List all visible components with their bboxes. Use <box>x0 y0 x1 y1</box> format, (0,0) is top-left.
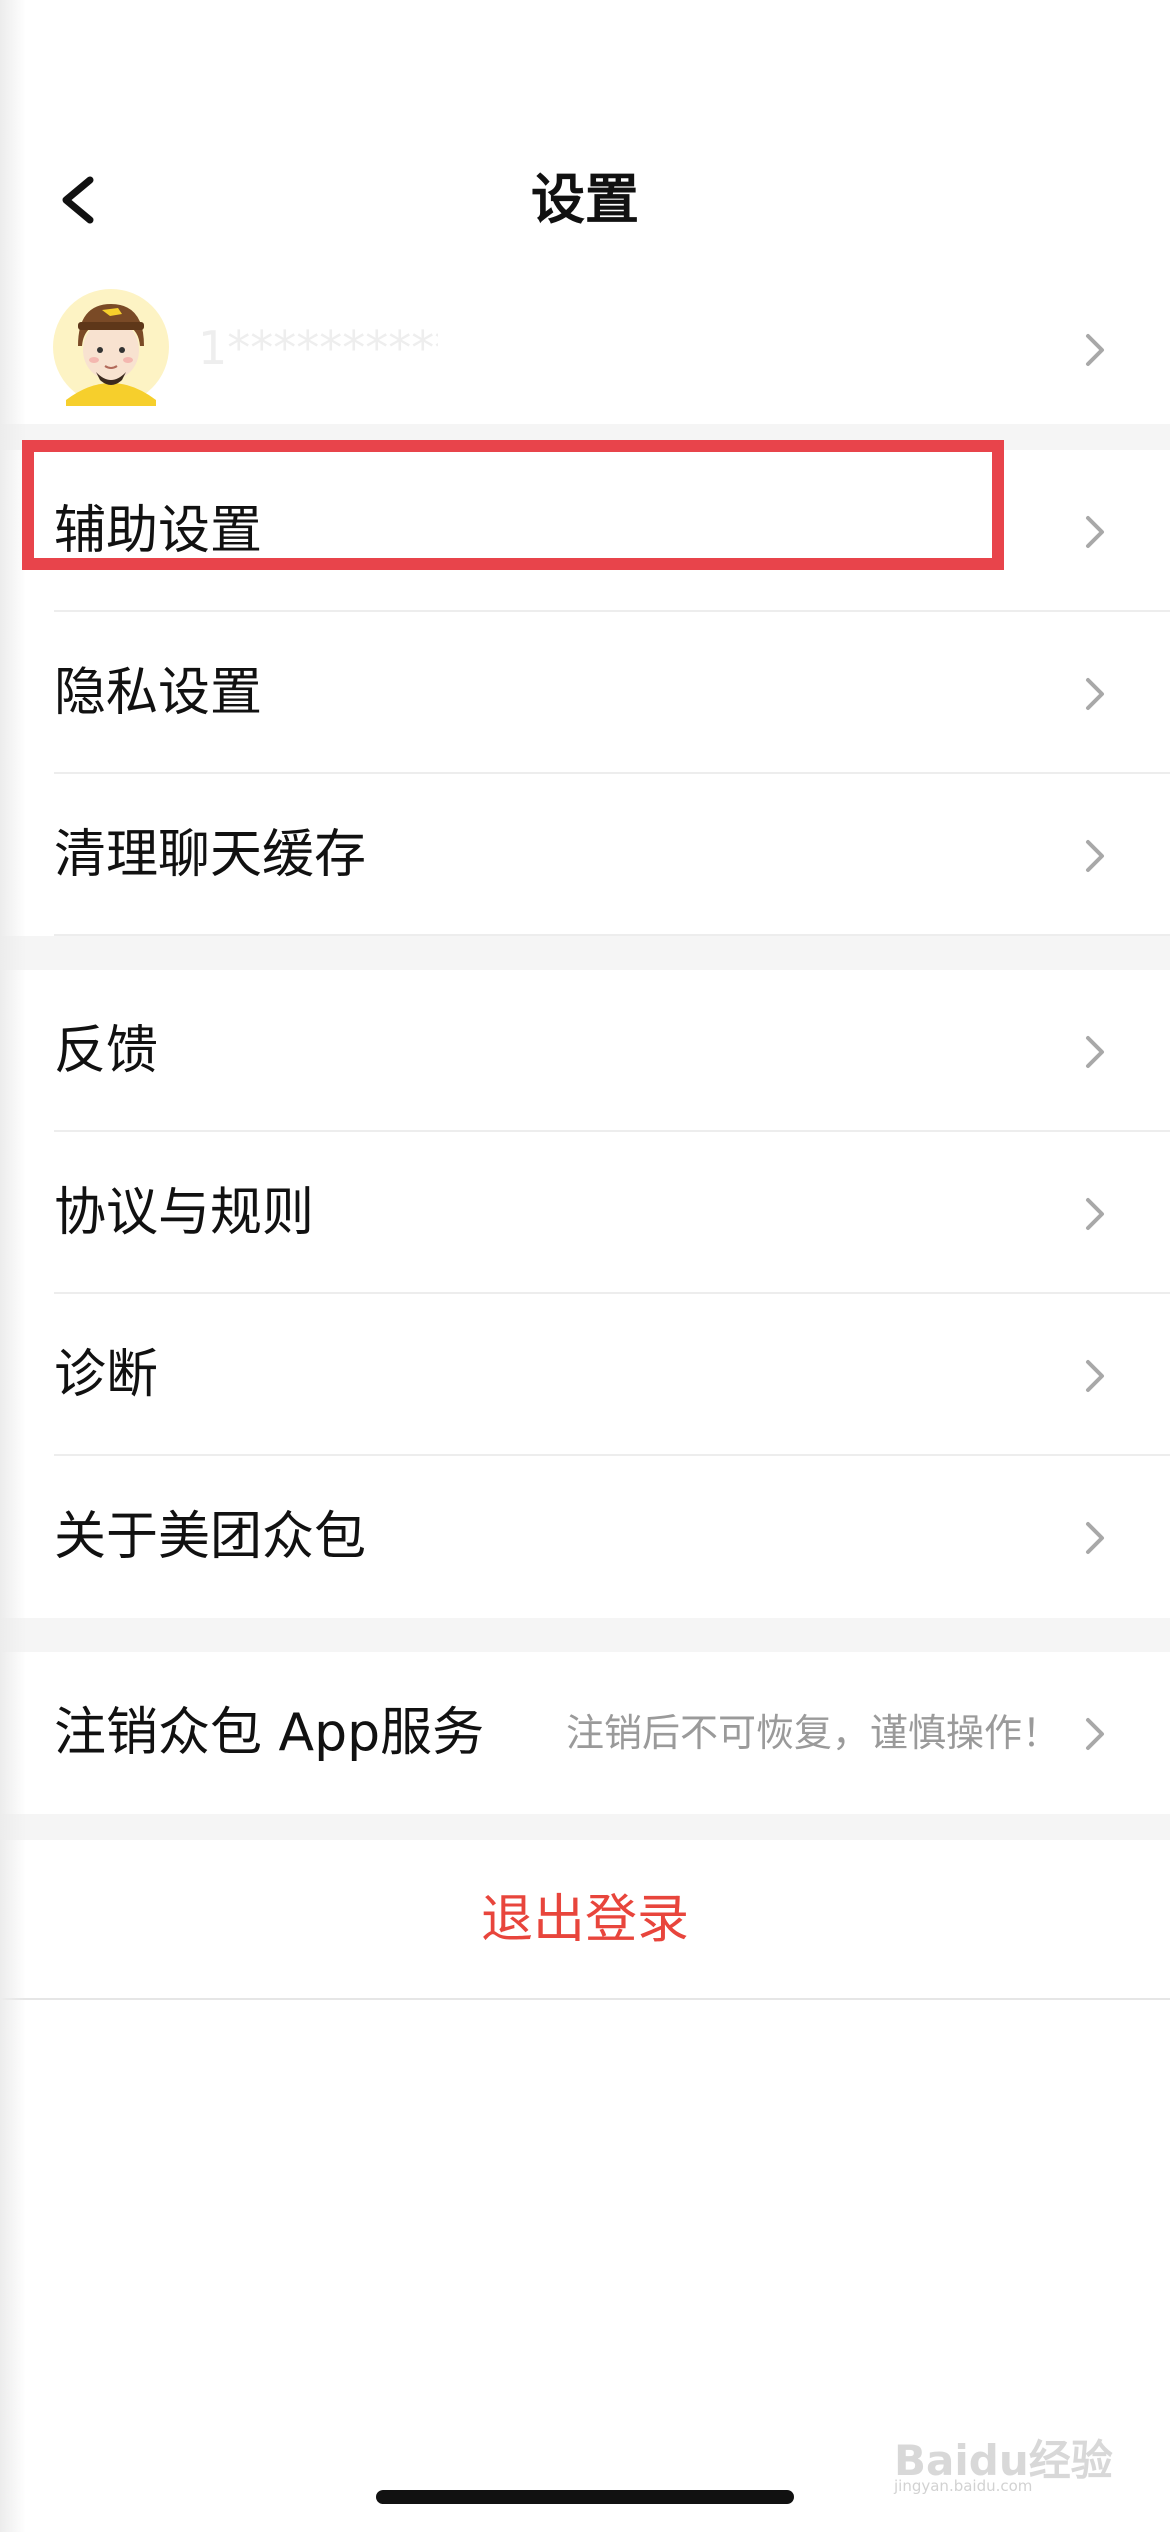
row-label: 清理聊天缓存 <box>54 825 367 885</box>
cancel-account-row[interactable]: 注销众包 App服务 注销后不可恢复，谨慎操作！ <box>0 1652 1170 1814</box>
section-gap <box>0 1618 1170 1652</box>
row-label: 注销众包 App服务 <box>54 1703 485 1763</box>
settings-group-info: 反馈 协议与规则 诊断 关于美团众包 <box>0 970 1170 1618</box>
chevron-right-icon <box>1086 840 1104 872</box>
home-indicator[interactable] <box>376 2490 794 2504</box>
feedback-row[interactable]: 反馈 <box>0 970 1170 1132</box>
section-gap <box>0 1814 1170 1840</box>
chevron-right-icon <box>1086 1718 1104 1750</box>
chevron-right-icon <box>1086 334 1104 366</box>
accessibility-settings-row[interactable]: 辅助设置 <box>0 450 1170 612</box>
chevron-right-icon <box>1086 1036 1104 1068</box>
logout-divider <box>0 1998 1170 2000</box>
rider-avatar <box>53 289 169 406</box>
privacy-settings-row[interactable]: 隐私设置 <box>0 612 1170 774</box>
watermark-domain: jingyan.baidu.com <box>894 2477 1033 2495</box>
screen-edge-shadow <box>0 0 26 2532</box>
settings-group-preferences: 辅助设置 隐私设置 清理聊天缓存 <box>0 450 1170 936</box>
settings-group-account: 注销众包 App服务 注销后不可恢复，谨慎操作！ <box>0 1652 1170 1814</box>
chevron-right-icon <box>1086 516 1104 548</box>
cancel-account-warning: 注销后不可恢复，谨慎操作！ <box>565 1711 1060 1755</box>
diagnostics-row[interactable]: 诊断 <box>0 1294 1170 1456</box>
chevron-right-icon <box>1086 1522 1104 1554</box>
logout-button[interactable]: 退出登录 <box>0 1840 1170 2000</box>
section-gap <box>0 424 1170 450</box>
watermark: Baidu经验 jingyan.baidu.com <box>888 2405 1118 2495</box>
page-title: 设置 <box>531 168 639 231</box>
row-label: 协议与规则 <box>54 1183 315 1243</box>
clear-chat-cache-row[interactable]: 清理聊天缓存 <box>0 774 1170 936</box>
about-app-row[interactable]: 关于美团众包 <box>0 1456 1170 1618</box>
profile-row[interactable]: 1********** <box>0 282 1170 424</box>
row-label: 反馈 <box>54 1021 159 1081</box>
row-label: 隐私设置 <box>54 663 263 723</box>
section-gap <box>0 936 1170 970</box>
chevron-right-icon <box>1086 1198 1104 1230</box>
row-label: 辅助设置 <box>54 501 263 561</box>
chevron-right-icon <box>1086 678 1104 710</box>
row-label: 关于美团众包 <box>54 1507 367 1567</box>
navigation-bar: 设置 <box>0 140 1170 260</box>
chevron-right-icon <box>1086 1360 1104 1392</box>
row-label: 诊断 <box>54 1345 159 1405</box>
agreements-rules-row[interactable]: 协议与规则 <box>0 1132 1170 1294</box>
masked-phone-number: 1********** <box>198 321 438 375</box>
